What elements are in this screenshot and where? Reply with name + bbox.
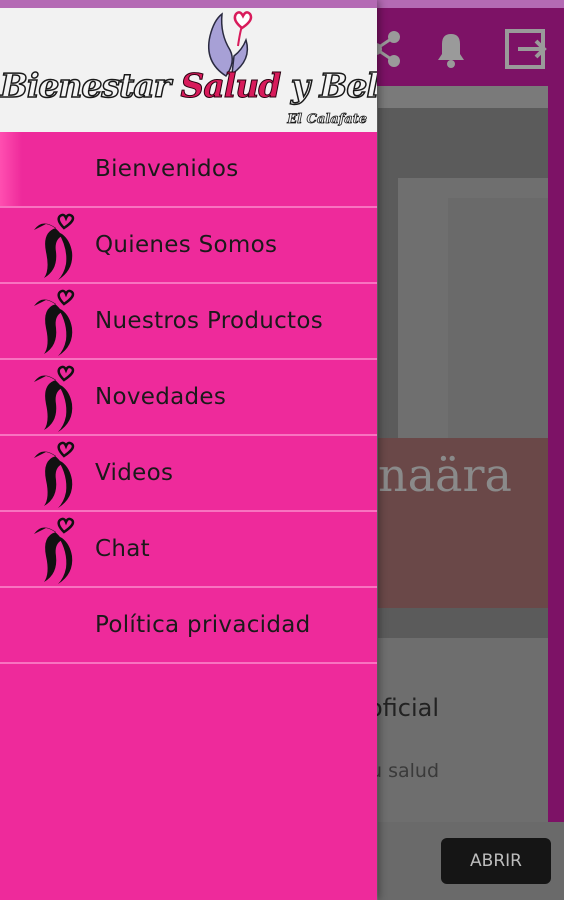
card-title: oficial [368, 694, 440, 722]
brand-heart-icon [34, 441, 75, 508]
menu-item-novedades[interactable]: Novedades [0, 360, 377, 436]
menu-item-nuestros-productos[interactable]: Nuestros Productos [0, 284, 377, 360]
card-subtitle: u salud [370, 760, 440, 782]
drawer-header: Bienestar Salud y Belleza El Calafate [0, 8, 377, 132]
navigation-drawer: Bienestar Salud y Belleza El Calafate Bi… [0, 0, 377, 900]
brand-heart-icon [34, 365, 75, 432]
menu-item-label: Política privacidad [95, 612, 311, 638]
logo-word-belleza: y Belleza [290, 65, 377, 106]
menu-item-chat[interactable]: Chat [0, 512, 377, 588]
product-jar [448, 198, 548, 448]
drawer-status-strip [0, 0, 377, 8]
logout-icon[interactable] [504, 28, 547, 70]
abrir-button[interactable]: ABRIR [441, 838, 551, 884]
logo-word-salud: Salud [180, 66, 282, 106]
product-image[interactable]: naära [378, 108, 548, 638]
logo-wordmark: Bienestar Salud y Belleza [0, 65, 377, 106]
menu-item-videos[interactable]: Videos [0, 436, 377, 512]
menu-item-label: Quienes Somos [95, 232, 278, 258]
logo-word-bienestar: Bienestar [0, 65, 181, 106]
card-body [378, 638, 548, 822]
drawer-menu: Bienvenidos Quienes Somos Nuestros Produ… [0, 132, 377, 664]
brand-heart-icon [34, 289, 75, 356]
menu-item-bienvenidos[interactable]: Bienvenidos [0, 132, 377, 208]
menu-item-label: Novedades [95, 384, 227, 410]
menu-item-label: Nuestros Productos [95, 308, 324, 334]
selected-indicator [0, 132, 22, 206]
menu-item-quienes-somos[interactable]: Quienes Somos [0, 208, 377, 284]
bell-icon[interactable] [430, 28, 472, 70]
menu-item-label: Chat [95, 536, 150, 562]
product-brand-text: naära [378, 448, 512, 502]
brand-heart-icon [34, 213, 75, 280]
side-accent-bar [548, 86, 564, 822]
brand-heart-icon [34, 517, 75, 584]
menu-item-label: Videos [95, 460, 174, 486]
logo-subtitle: El Calafate [287, 112, 368, 128]
menu-item-label: Bienvenidos [95, 156, 239, 182]
menu-item-politica-privacidad[interactable]: Política privacidad [0, 588, 377, 664]
